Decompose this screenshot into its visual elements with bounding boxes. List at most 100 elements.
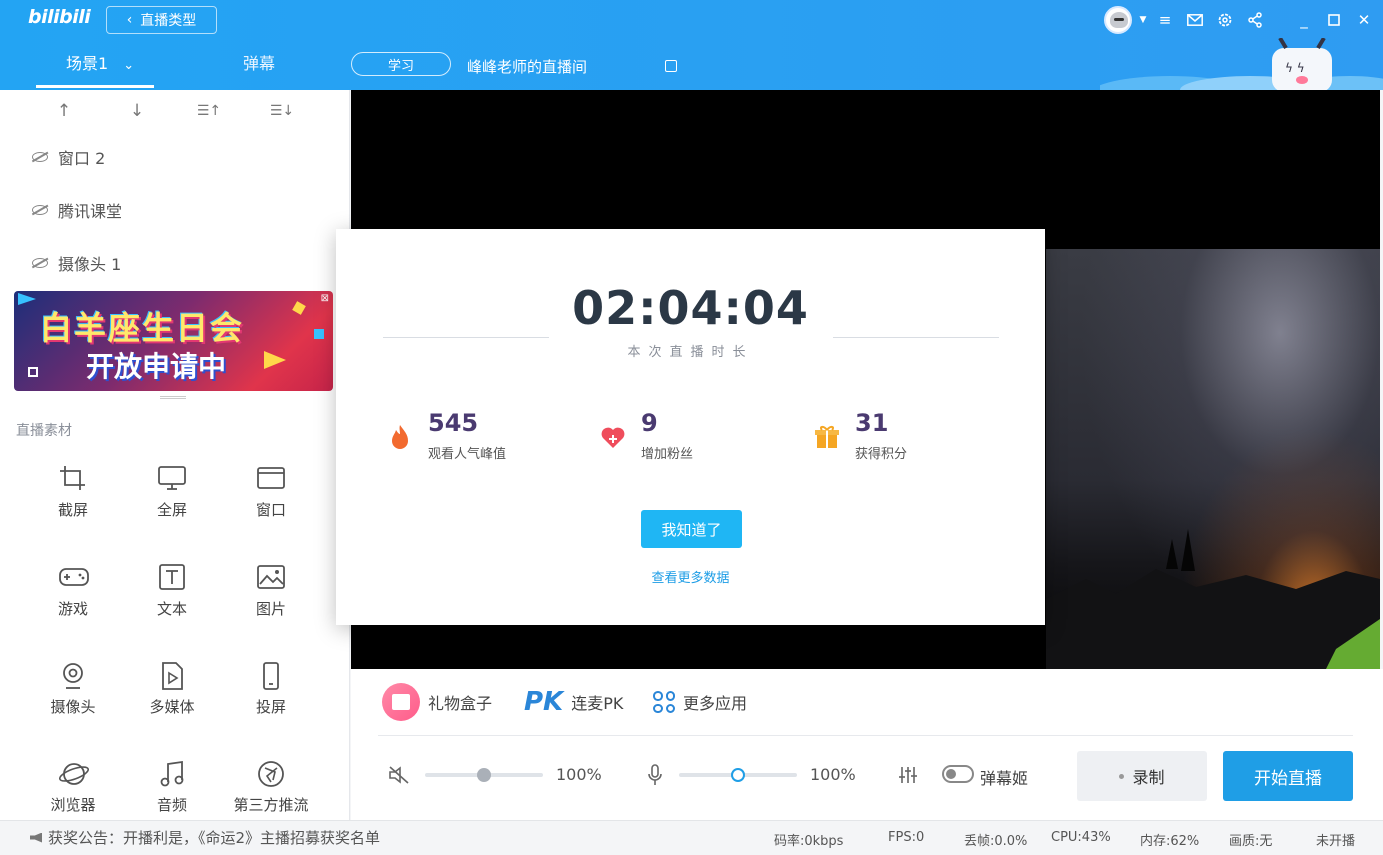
mic-volume-slider[interactable]: [679, 768, 797, 782]
asset-phone-cast[interactable]: 投屏: [226, 662, 316, 722]
danmaku-ji-toggle[interactable]: [942, 765, 974, 783]
gift-box-button[interactable]: 礼物盒子: [382, 683, 492, 721]
pk-icon: PK: [524, 687, 564, 717]
announcement[interactable]: 获奖公告：开播利是，《命运2》主播招募获奖名单: [30, 827, 380, 848]
microphone-icon[interactable]: [644, 764, 666, 786]
banner-close-icon[interactable]: ⊠: [321, 293, 329, 304]
start-live-button[interactable]: 开始直播: [1223, 751, 1353, 801]
promo-banner[interactable]: 白羊座生日会 开放申请中 ⊠: [14, 291, 333, 391]
asset-third-party-stream[interactable]: 第三方推流: [226, 760, 316, 820]
asset-audio[interactable]: 音频: [127, 760, 217, 820]
source-label: 窗口 2: [58, 149, 106, 168]
confetti-shape: [28, 367, 38, 377]
heart-plus-icon: [601, 427, 625, 448]
asset-media[interactable]: 多媒体: [127, 662, 217, 722]
menu-icon[interactable]: ≡: [1154, 9, 1176, 31]
image-icon: [257, 564, 285, 590]
fps-readout: FPS:0: [888, 830, 925, 845]
toolbar-divider: [378, 735, 1353, 736]
asset-text[interactable]: 文本: [127, 564, 217, 624]
live-duration: 02:04:04: [572, 281, 809, 335]
status-bar: 获奖公告：开播利是，《命运2》主播招募获奖名单 码率:0kbps FPS:0 丢…: [0, 820, 1383, 855]
cpu-readout: CPU:43%: [1051, 830, 1111, 845]
third-party-stream-icon: [257, 760, 285, 787]
stat-label: 观看人气峰值: [428, 447, 507, 462]
move-top-icon[interactable]: ☰↑: [197, 100, 221, 122]
category-pill[interactable]: 学习: [351, 52, 451, 76]
minimize-icon[interactable]: _: [1293, 9, 1315, 31]
speaker-volume-slider[interactable]: [425, 768, 543, 782]
monitor-icon: [158, 465, 186, 491]
maximize-icon[interactable]: [1323, 9, 1345, 31]
resize-handle[interactable]: [160, 396, 186, 399]
source-sort-toolbar: ↑ ↓ ☰↑ ☰↓: [0, 100, 350, 122]
live-summary-dialog: 02:04:04 本次直播时长 545 观看人气峰值 9 增加粉丝 31 获得积…: [336, 229, 1045, 625]
fire-icon: [392, 425, 408, 449]
share-icon[interactable]: [1244, 9, 1266, 31]
live-type-back-button[interactable]: ‹ 直播类型: [106, 6, 217, 34]
asset-image[interactable]: 图片: [226, 564, 316, 624]
speaker-muted-icon[interactable]: [388, 764, 410, 786]
asset-browser[interactable]: 浏览器: [28, 760, 118, 820]
tab-scene-label: 场景1: [66, 54, 109, 73]
asset-label: 游戏: [57, 600, 88, 618]
divider-line: [383, 337, 549, 338]
slider-thumb[interactable]: [731, 768, 745, 782]
record-button[interactable]: 录制: [1077, 751, 1207, 801]
confetti-shape: [18, 293, 36, 305]
media-file-icon: [158, 662, 186, 690]
move-down-icon[interactable]: ↓: [125, 100, 149, 122]
asset-window[interactable]: 窗口: [226, 465, 316, 525]
view-more-data-link[interactable]: 查看更多数据: [336, 567, 1045, 586]
settings-icon[interactable]: [1214, 9, 1236, 31]
confetti-shape: [314, 329, 324, 339]
asset-fullscreen[interactable]: 全屏: [127, 465, 217, 525]
pk-button[interactable]: PK 连麦PK: [524, 683, 623, 721]
apps-grid-icon: [653, 691, 675, 713]
asset-crop[interactable]: 截屏: [28, 465, 118, 525]
mail-icon[interactable]: [1184, 9, 1206, 31]
view-more-data-label: 查看更多数据: [651, 571, 730, 586]
eye-hidden-icon[interactable]: [32, 152, 48, 162]
live-duration-label: 本次直播时长: [627, 345, 754, 360]
live-state-readout: 未开播: [1316, 834, 1356, 849]
tab-danmaku[interactable]: 弹幕: [243, 50, 275, 74]
source-label: 摄像头 1: [58, 255, 122, 274]
gift-icon: [815, 426, 839, 448]
user-avatar[interactable]: [1104, 6, 1132, 34]
asset-label: 文本: [156, 600, 187, 618]
mic-volume-value: 100%: [810, 765, 856, 784]
eye-hidden-icon[interactable]: [32, 205, 48, 215]
eye-hidden-icon[interactable]: [32, 258, 48, 268]
memory-readout: 内存:62%: [1140, 834, 1200, 849]
avatar-dropdown-icon[interactable]: ▼: [1132, 9, 1154, 31]
mixer-icon[interactable]: [897, 764, 919, 786]
stat-value: 545: [428, 409, 479, 437]
tab-scene-1[interactable]: 场景1 ⌄: [66, 50, 134, 74]
bitrate-readout: 码率:0kbps: [774, 834, 844, 849]
pk-label: 连麦PK: [571, 694, 624, 713]
source-item[interactable]: 窗口 2: [32, 146, 105, 168]
asset-label: 摄像头: [50, 698, 96, 716]
gift-box-icon: [382, 683, 420, 721]
room-title[interactable]: 峰峰老师的直播间: [467, 56, 587, 77]
move-up-icon[interactable]: ↑: [52, 100, 76, 122]
left-panel: ↑ ↓ ☰↑ ☰↓ 窗口 2 腾讯课堂 摄像头 1 白羊座生日会 开放申请中 ⊠: [0, 90, 350, 820]
asset-label: 音频: [156, 796, 187, 814]
move-bottom-icon[interactable]: ☰↓: [270, 100, 294, 122]
source-item[interactable]: 摄像头 1: [32, 252, 121, 274]
got-it-button[interactable]: 我知道了: [641, 510, 742, 548]
asset-camera[interactable]: 摄像头: [28, 662, 118, 722]
divider-line: [833, 337, 999, 338]
text-icon: [158, 564, 186, 590]
asset-label: 窗口: [255, 501, 286, 519]
edit-icon[interactable]: [665, 60, 677, 72]
more-apps-button[interactable]: 更多应用: [653, 683, 747, 721]
danmaku-ji-label: 弹幕姬: [980, 769, 1029, 788]
close-icon[interactable]: ✕: [1353, 9, 1375, 31]
slider-thumb[interactable]: [477, 768, 491, 782]
asset-game[interactable]: 游戏: [28, 564, 118, 624]
banner-subheadline: 开放申请中: [86, 350, 227, 383]
asset-label: 图片: [255, 600, 286, 618]
source-item[interactable]: 腾讯课堂: [32, 199, 122, 221]
